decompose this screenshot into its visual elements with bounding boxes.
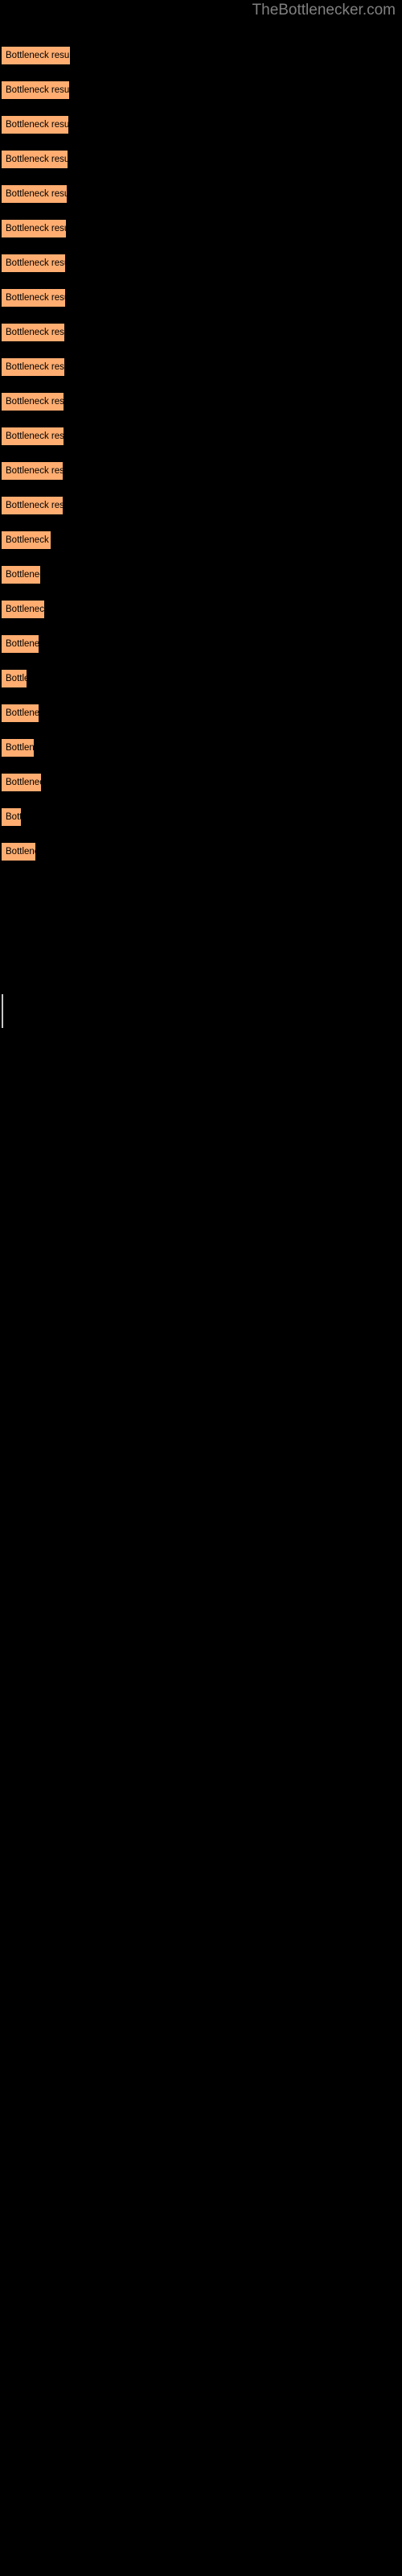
bar-label: Bottleneck result [6, 708, 39, 718]
bar-bottleneck-result[interactable]: Bottleneck result [2, 219, 66, 238]
bar-bottleneck-result[interactable]: Bottleneck result [2, 600, 44, 619]
bar-bottleneck-result[interactable]: Bottleneck result [2, 461, 63, 481]
bar-label: Bottleneck result [6, 362, 64, 372]
bar-bottleneck-result[interactable]: Bottleneck result [2, 80, 69, 100]
bar-bottleneck-result[interactable]: Bottleneck result [2, 254, 65, 273]
bar-bottleneck-result[interactable]: Bottleneck result [2, 530, 51, 550]
bar-label: Bottleneck result [6, 778, 41, 787]
bar-bottleneck-result[interactable]: Bottleneck result [2, 704, 39, 723]
bar-label: Bottleneck result [6, 293, 65, 303]
bar-bottleneck-result[interactable]: Bottleneck result [2, 496, 63, 515]
bar-label: Bottleneck result [6, 743, 34, 753]
bar-label: Bottleneck result [6, 674, 27, 683]
bar-bottleneck-result[interactable]: Bottleneck result [2, 150, 68, 169]
bar-label: Bottleneck result [6, 120, 68, 130]
bar-label: Bottleneck result [6, 466, 63, 476]
bar-label: Bottleneck result [6, 224, 66, 233]
bar-label: Bottleneck result [6, 535, 51, 545]
bar-bottleneck-result[interactable]: Bottleneck result [2, 565, 40, 584]
bar-label: Bottleneck result [6, 431, 64, 441]
bar-label: Bottleneck result [6, 570, 40, 580]
axis-marker-line [2, 994, 3, 1028]
bar-label: Bottleneck result [6, 397, 64, 407]
bar-bottleneck-result[interactable]: Bottleneck result [2, 46, 70, 65]
bar-bottleneck-result[interactable]: Bottleneck result [2, 115, 68, 134]
bar-label: Bottleneck result [6, 501, 63, 510]
bar-label: Bottleneck result [6, 51, 70, 60]
bar-label: Bottleneck result [6, 605, 44, 614]
bar-label: Bottleneck result [6, 847, 35, 857]
bar-bottleneck-result[interactable]: Bottleneck result [2, 634, 39, 654]
bar-bottleneck-result[interactable]: Bottleneck result [2, 323, 64, 342]
bar-label: Bottleneck result [6, 328, 64, 337]
bar-bottleneck-result[interactable]: Bottleneck result [2, 807, 21, 827]
bar-bottleneck-result[interactable]: Bottleneck result [2, 738, 34, 758]
bar-bottleneck-result[interactable]: Bottleneck result [2, 184, 67, 204]
bar-bottleneck-result[interactable]: Bottleneck result [2, 288, 65, 308]
bar-bottleneck-result[interactable]: Bottleneck result [2, 357, 64, 377]
bar-bottleneck-result[interactable]: Bottleneck result [2, 773, 41, 792]
bottleneck-bar-chart: Bottleneck result Bottleneck result Bottle… [0, 0, 402, 2576]
bar-label: Bottleneck result [6, 155, 68, 164]
bar-bottleneck-result[interactable]: Bottleneck result [2, 392, 64, 411]
bar-bottleneck-result[interactable]: Bottleneck result [2, 427, 64, 446]
bar-bottleneck-result[interactable]: Bottleneck result [2, 842, 35, 861]
bar-label: Bottleneck result [6, 639, 39, 649]
bar-label: Bottleneck result [6, 189, 67, 199]
bar-bottleneck-result[interactable]: Bottleneck result [2, 669, 27, 688]
bar-label: Bottleneck result [6, 85, 69, 95]
bar-label: Bottleneck result [6, 258, 65, 268]
bar-label: Bottleneck result [6, 812, 21, 822]
